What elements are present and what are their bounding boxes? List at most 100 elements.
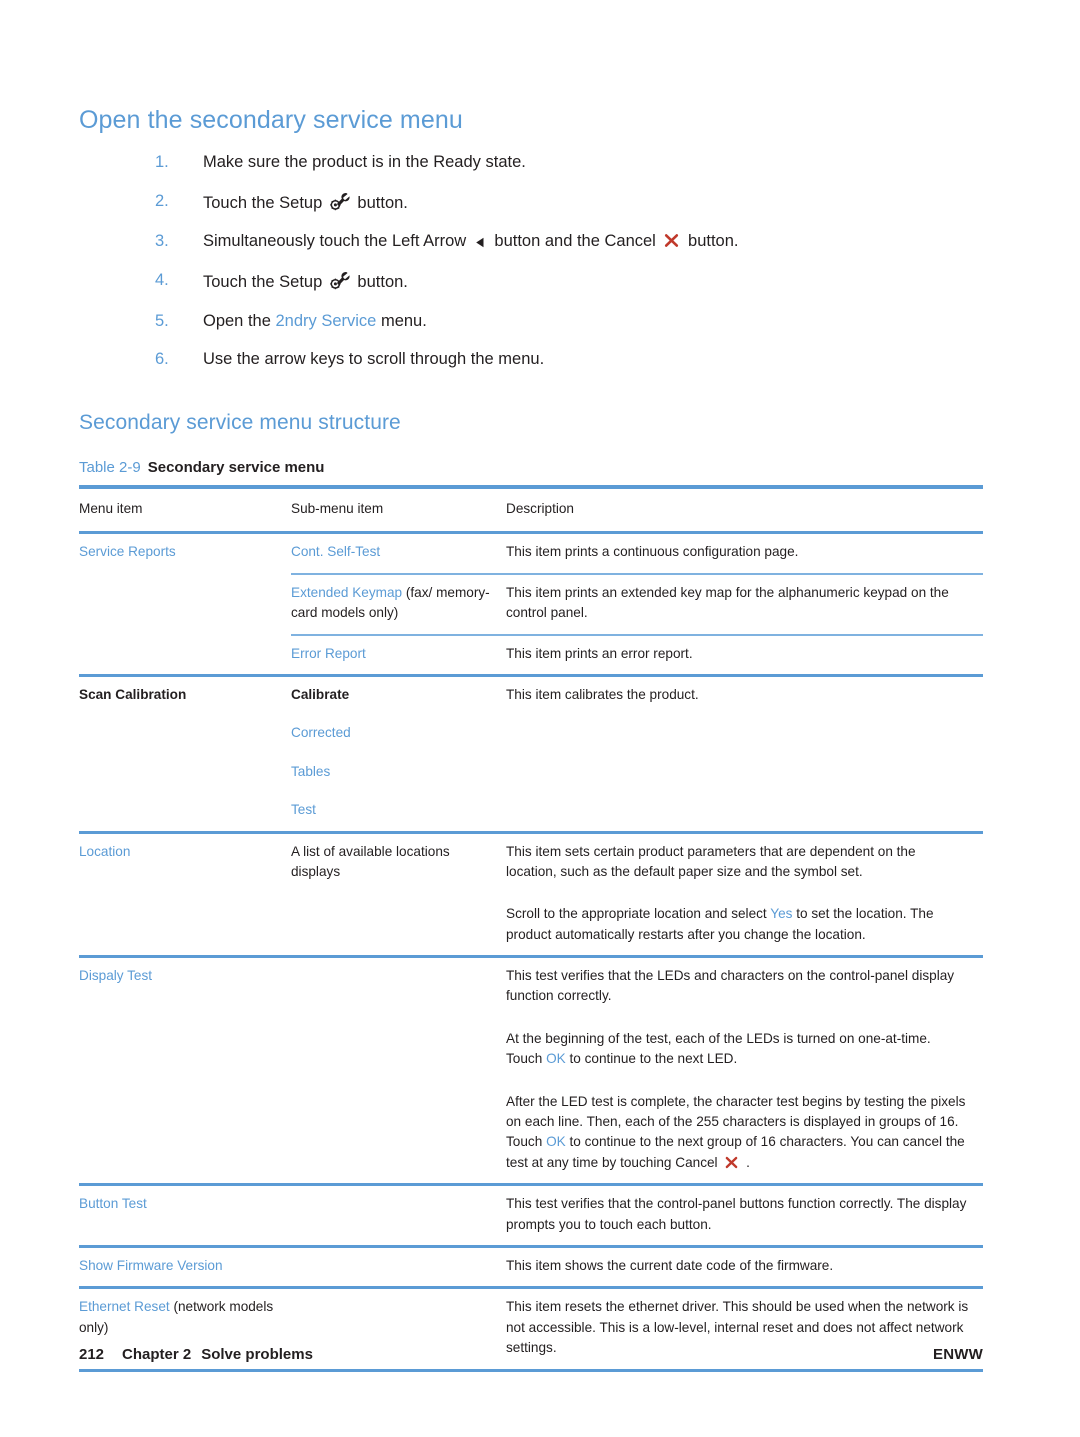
step-text: Make sure the product is in the Ready st… [203,152,526,173]
option-value-reference: Yes [770,906,793,922]
cell-description: This item calibrates the product. [506,673,983,716]
step-text-post: button. [683,232,739,251]
column-header-sub-menu-item: Sub-menu item [291,485,506,533]
footer-chapter-title: Solve problems [201,1346,313,1363]
step-text-pre: Make sure the product is in the Ready st… [203,153,526,171]
step-text-post: button. [352,272,408,291]
table-row: Button Test This test verifies that the … [79,1183,983,1247]
description-text: This item calibrates the product. [506,686,699,702]
step-text: Open the 2ndry Service menu. [203,311,427,332]
list-item: 1. Make sure the product is in the Ready… [155,152,995,173]
setup-wrench-icon [330,191,350,211]
sub-menu-item-label: Corrected [291,725,351,741]
cell-description: This item shows the current date code of… [506,1244,983,1288]
page-heading-secondary: Secondary service menu structure [79,411,401,434]
cell-menu-item [79,715,291,753]
cell-menu-item: Scan Calibration [79,673,291,716]
step-text-pre: Open the [203,311,276,330]
cancel-x-icon [663,232,680,249]
left-arrow-icon [474,236,487,249]
step-number: 5. [155,311,169,330]
cell-menu-item: Show Firmware Version [79,1244,291,1288]
footer-locale-code: ENWW [933,1346,983,1363]
table-row: Dispaly Test This test verifies that the… [79,955,983,1185]
menu-item-label: Service Reports [79,544,176,560]
cell-sub-menu-item [291,1244,506,1288]
description-text: This test verifies that the LEDs and cha… [506,968,955,1004]
description-text: This item shows the current date code of… [506,1257,834,1273]
table-caption-label: Table 2-9 [79,459,141,476]
table-row: Extended Keymap (fax/ memory-card models… [79,572,983,635]
cell-sub-menu-item: Tables [291,754,506,792]
description-text: At the beginning of the test, each of th… [506,1029,969,1070]
step-text-pre: Simultaneously touch the Left Arrow [203,232,471,251]
cell-description [506,715,983,753]
cell-sub-menu-item: Error Report [291,633,506,676]
table-header-row: Menu item Sub-menu item Description [79,485,983,533]
step-text-pre: Use the arrow keys to scroll through the… [203,350,545,369]
footer-left: 212 Chapter 2 Solve problems [79,1346,313,1363]
cell-description [506,792,983,832]
setup-wrench-icon [330,270,350,290]
step-text-pre: Touch the Setup [203,272,327,291]
table-row: Error Report This item prints an error r… [79,633,983,676]
sub-menu-item-label: Error Report [291,645,366,661]
cell-description: This test verifies that the LEDs and cha… [506,955,983,1185]
description-text: This test verifies that the control-pane… [506,1196,967,1232]
table-row: Scan Calibration Calibrate This item cal… [79,673,983,716]
description-text: This item prints an extended key map for… [506,584,949,621]
menu-item-label: Scan Calibration [79,686,187,702]
menu-item-label: Location [79,843,131,859]
step-text: Simultaneously touch the Left Arrow butt… [203,231,738,252]
menu-item-label: Dispaly Test [79,968,153,984]
step-number: 4. [155,270,169,289]
step-number: 3. [155,232,169,251]
secondary-service-menu-table: Menu item Sub-menu item Description Serv… [79,485,983,1373]
table-row: Location A list of available locations d… [79,830,983,957]
cell-menu-item: Service Reports [79,531,291,574]
cancel-x-icon [724,1155,739,1170]
step-number: 1. [155,153,169,171]
step-number: 2. [155,191,169,210]
sub-menu-item-label: Tables [291,763,331,779]
cell-sub-menu-item: Test [291,792,506,832]
button-name-reference: OK [546,1051,566,1067]
description-text: After the LED test is complete, the char… [506,1092,969,1174]
sub-menu-item-label: A list of available locations displays [291,843,450,879]
step-text-mid: button and the Cancel [489,232,661,251]
step-text-post: button. [352,193,408,212]
description-text: This item prints an error report. [506,645,693,661]
button-name-reference: OK [546,1134,566,1150]
footer-chapter: Chapter 2 [122,1346,192,1363]
list-item: 4. Touch the Setup button. [155,270,995,293]
description-text: This item prints a continuous configurat… [506,544,799,560]
column-header-menu-item: Menu item [79,485,291,533]
cell-sub-menu-item: Cont. Self-Test [291,531,506,574]
cell-description: This item prints an error report. [506,633,983,676]
cell-description: This item prints an extended key map for… [506,572,983,635]
cell-sub-menu-item [291,955,506,1185]
cell-description: This item prints a continuous configurat… [506,531,983,574]
cell-sub-menu-item: Corrected [291,715,506,753]
column-header-description: Description [506,485,983,533]
step-text-pre: Touch the Setup [203,193,327,212]
list-item: 6. Use the arrow keys to scroll through … [155,349,995,370]
cell-menu-item: Dispaly Test [79,955,291,1185]
cell-menu-item: Location [79,830,291,957]
step-text: Touch the Setup button. [203,270,408,293]
step-number: 6. [155,350,169,369]
page-footer: 212 Chapter 2 Solve problems ENWW [79,1346,983,1363]
list-item: 3. Simultaneously touch the Left Arrow b… [155,231,995,252]
cell-menu-item [79,574,291,635]
cell-sub-menu-item: A list of available locations displays [291,830,506,957]
step-text: Touch the Setup button. [203,191,408,214]
cell-description: This test verifies that the control-pane… [506,1183,983,1247]
document-page: Open the secondary service menu 1. Make … [0,0,1080,1437]
table-row: Corrected [79,715,983,753]
cell-sub-menu-item: Extended Keymap (fax/ memory-card models… [291,572,506,635]
table-row: Test [79,792,983,832]
table-row: Show Firmware Version This item shows th… [79,1244,983,1288]
description-text-pre: Scroll to the appropriate location and s… [506,906,771,922]
description-text: This item sets certain product parameter… [506,843,916,879]
sub-menu-item-label: Extended Keymap [291,584,403,600]
